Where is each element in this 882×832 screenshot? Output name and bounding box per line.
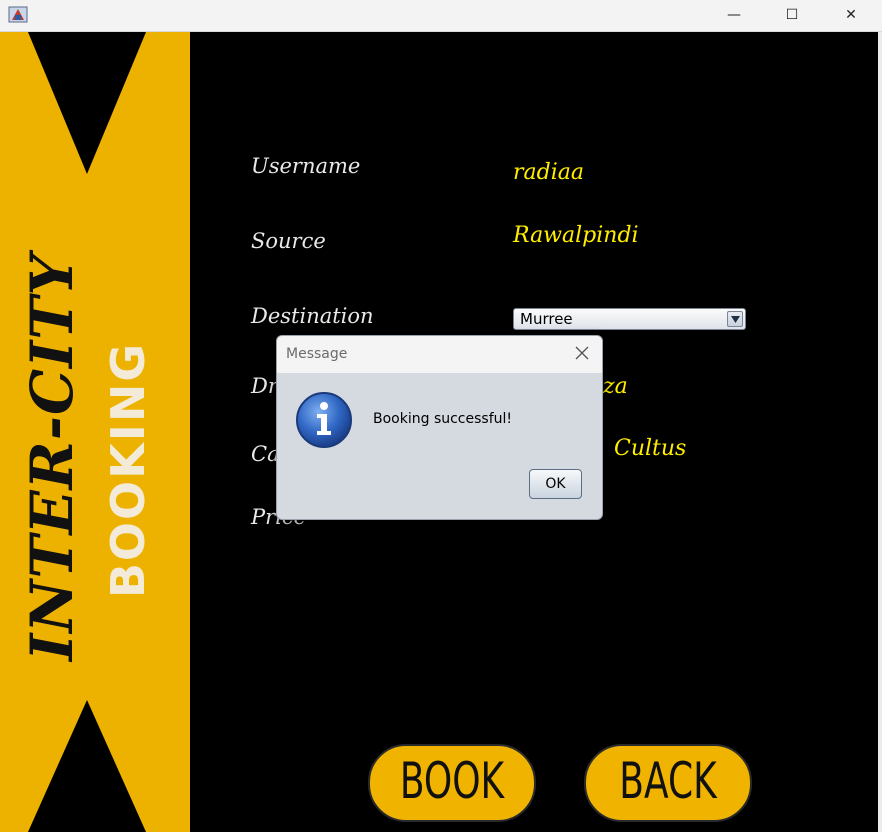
window-title-bar: — ☐ ✕ xyxy=(0,0,882,32)
maximize-button[interactable]: ☐ xyxy=(769,0,815,31)
dialog-title: Message xyxy=(286,346,348,362)
dialog-message: Booking successful! xyxy=(373,411,513,427)
close-window-button[interactable]: ✕ xyxy=(828,0,874,31)
ok-button-label: OK xyxy=(545,476,566,492)
ok-button[interactable]: OK xyxy=(529,469,582,499)
message-dialog: Message Booking successful! OK xyxy=(276,335,603,520)
window-border xyxy=(878,32,882,832)
destination-label: Destination xyxy=(251,304,374,328)
source-label: Source xyxy=(251,229,326,253)
back-button[interactable]: BACK xyxy=(584,744,752,822)
dialog-close-icon[interactable] xyxy=(573,344,591,362)
dialog-title-bar: Message xyxy=(277,336,602,373)
dropdown-arrow-icon[interactable] xyxy=(727,311,743,327)
car-value: Cultus xyxy=(614,436,687,461)
destination-selected-value: Murree xyxy=(520,310,573,328)
java-app-icon xyxy=(8,6,28,23)
side-banner: INTER-CITY BOOKING xyxy=(0,32,190,832)
username-value: radiaa xyxy=(513,160,584,185)
banner-subtitle: BOOKING xyxy=(101,341,155,599)
driver-label: Dr xyxy=(251,374,278,398)
info-icon xyxy=(296,392,352,448)
book-button-label: BOOK xyxy=(399,752,505,810)
banner-title: INTER-CITY xyxy=(18,253,86,661)
back-button-label: BACK xyxy=(619,752,717,810)
source-value: Rawalpindi xyxy=(513,223,639,248)
minimize-button[interactable]: — xyxy=(711,0,757,31)
driver-value: za xyxy=(603,374,628,399)
book-button[interactable]: BOOK xyxy=(368,744,536,822)
destination-select[interactable]: Murree xyxy=(513,308,746,330)
username-label: Username xyxy=(251,154,361,178)
